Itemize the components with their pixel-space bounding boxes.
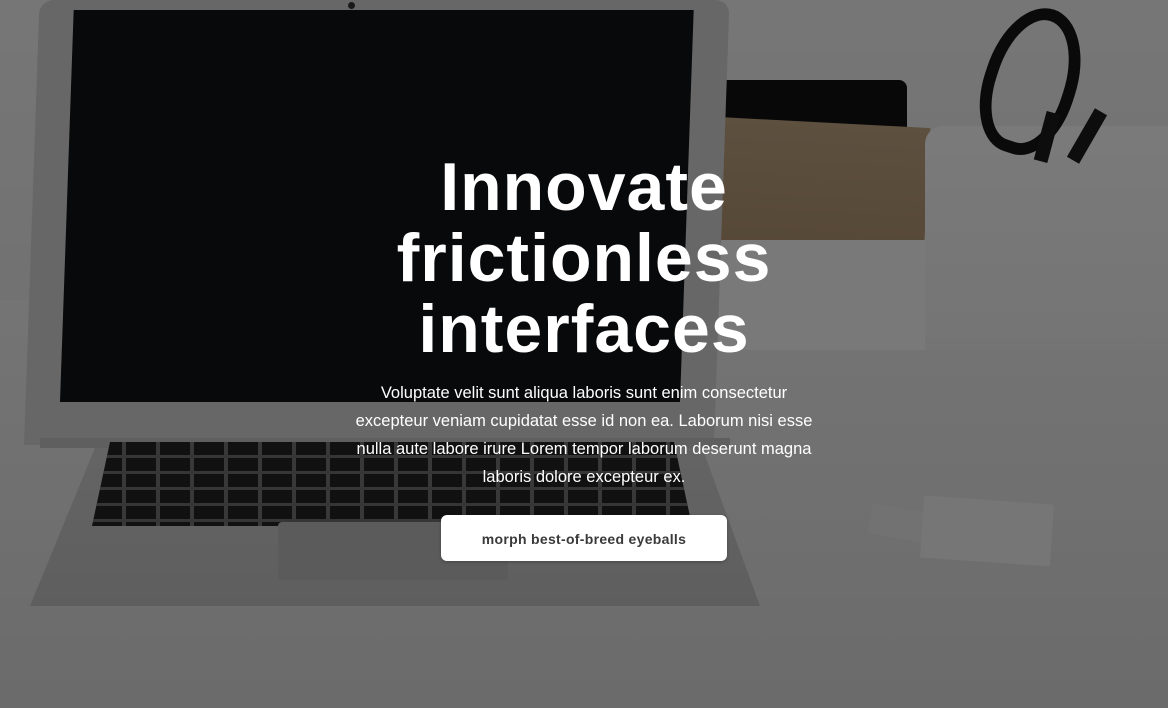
cta-button[interactable]: morph best-of-breed eyeballs xyxy=(441,515,727,561)
hero-title: Innovate frictionless interfaces xyxy=(396,149,772,367)
hero-description: Voluptate velit sunt aliqua laboris sunt… xyxy=(355,384,813,486)
hero-section: Innovate frictionless interfaces Volupta… xyxy=(334,152,834,561)
